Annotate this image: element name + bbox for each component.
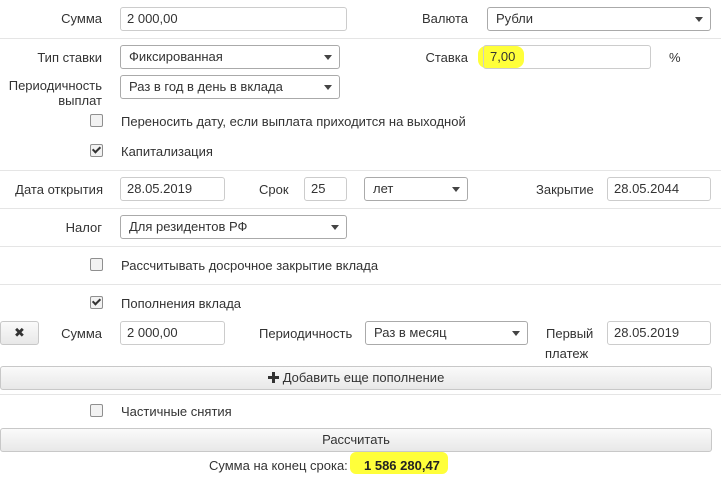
result-label: Сумма на конец срока:: [209, 458, 348, 473]
partial-withdrawal-checkbox[interactable]: [90, 404, 103, 417]
currency-value: Рубли: [496, 11, 534, 26]
rate-value: 7,00: [490, 49, 516, 64]
term-input[interactable]: 25: [304, 177, 347, 201]
refill-label: Пополнения вклада: [121, 296, 242, 311]
partial-withdrawal-label: Частичные снятия: [121, 404, 232, 419]
first-payment-input[interactable]: 28.05.2019: [607, 321, 711, 345]
payout-periodicity-label-2: выплат: [58, 93, 102, 108]
capitalization-checkbox[interactable]: [90, 144, 103, 157]
percent-sign: %: [669, 50, 681, 65]
refill-periodicity-value: Раз в месяц: [374, 325, 447, 340]
rate-type-label: Тип ставки: [37, 50, 102, 65]
early-close-checkbox[interactable]: [90, 258, 103, 271]
currency-select[interactable]: Рубли: [487, 7, 711, 31]
chevron-down-icon: [695, 17, 703, 22]
close-icon: ✖: [14, 325, 25, 340]
divider: [0, 170, 721, 171]
divider: [0, 284, 721, 285]
rate-type-value: Фиксированная: [129, 49, 223, 64]
chevron-down-icon: [324, 55, 332, 60]
plus-icon: [267, 372, 279, 383]
term-unit-value: лет: [373, 181, 394, 196]
add-refill-label: Добавить еще пополнение: [282, 370, 445, 385]
first-payment-label-2: платеж: [545, 346, 589, 361]
sum-label: Сумма: [61, 11, 102, 26]
rate-input[interactable]: 7,00: [483, 45, 651, 69]
checkmark-icon: [91, 144, 102, 154]
refill-checkbox[interactable]: [90, 296, 103, 309]
move-date-label: Переносить дату, если выплата приходится…: [121, 114, 466, 129]
tax-label: Налог: [65, 220, 102, 235]
payout-periodicity-select[interactable]: Раз в год в день в вклада: [120, 75, 340, 99]
chevron-down-icon: [331, 225, 339, 230]
sum-input[interactable]: 2 000,00: [120, 7, 347, 31]
refill-sum-label: Сумма: [61, 326, 102, 341]
divider: [0, 394, 721, 395]
chevron-down-icon: [452, 187, 460, 192]
divider: [0, 246, 721, 247]
divider: [0, 208, 721, 209]
add-refill-button[interactable]: Добавить еще пополнение: [0, 366, 712, 390]
close-date-input[interactable]: 28.05.2044: [607, 177, 711, 201]
checkmark-icon: [91, 296, 102, 306]
currency-label: Валюта: [422, 11, 468, 26]
refill-sum-input[interactable]: 2 000,00: [120, 321, 225, 345]
chevron-down-icon: [324, 85, 332, 90]
open-date-label: Дата открытия: [15, 182, 103, 197]
move-date-checkbox[interactable]: [90, 114, 103, 127]
result-value: 1 586 280,47: [364, 458, 440, 473]
tax-value: Для резидентов РФ: [129, 219, 248, 234]
remove-refill-button[interactable]: ✖: [0, 321, 39, 345]
rate-type-select[interactable]: Фиксированная: [120, 45, 340, 69]
term-label: Срок: [259, 182, 289, 197]
open-date-input[interactable]: 28.05.2019: [120, 177, 225, 201]
refill-periodicity-label: Периодичность: [259, 326, 353, 341]
payout-periodicity-label: Периодичность: [8, 78, 102, 93]
close-date-label: Закрытие: [536, 182, 594, 197]
early-close-label: Рассчитывать досрочное закрытие вклада: [121, 258, 379, 273]
calculate-button[interactable]: Рассчитать: [0, 428, 712, 452]
rate-label: Ставка: [425, 50, 468, 65]
tax-select[interactable]: Для резидентов РФ: [120, 215, 347, 239]
chevron-down-icon: [512, 331, 520, 336]
capitalization-label: Капитализация: [121, 144, 213, 159]
refill-periodicity-select[interactable]: Раз в месяц: [365, 321, 528, 345]
divider: [0, 38, 721, 39]
first-payment-label: Первый: [546, 326, 594, 341]
term-unit-select[interactable]: лет: [364, 177, 468, 201]
payout-periodicity-value: Раз в год в день в вклада: [129, 79, 283, 94]
